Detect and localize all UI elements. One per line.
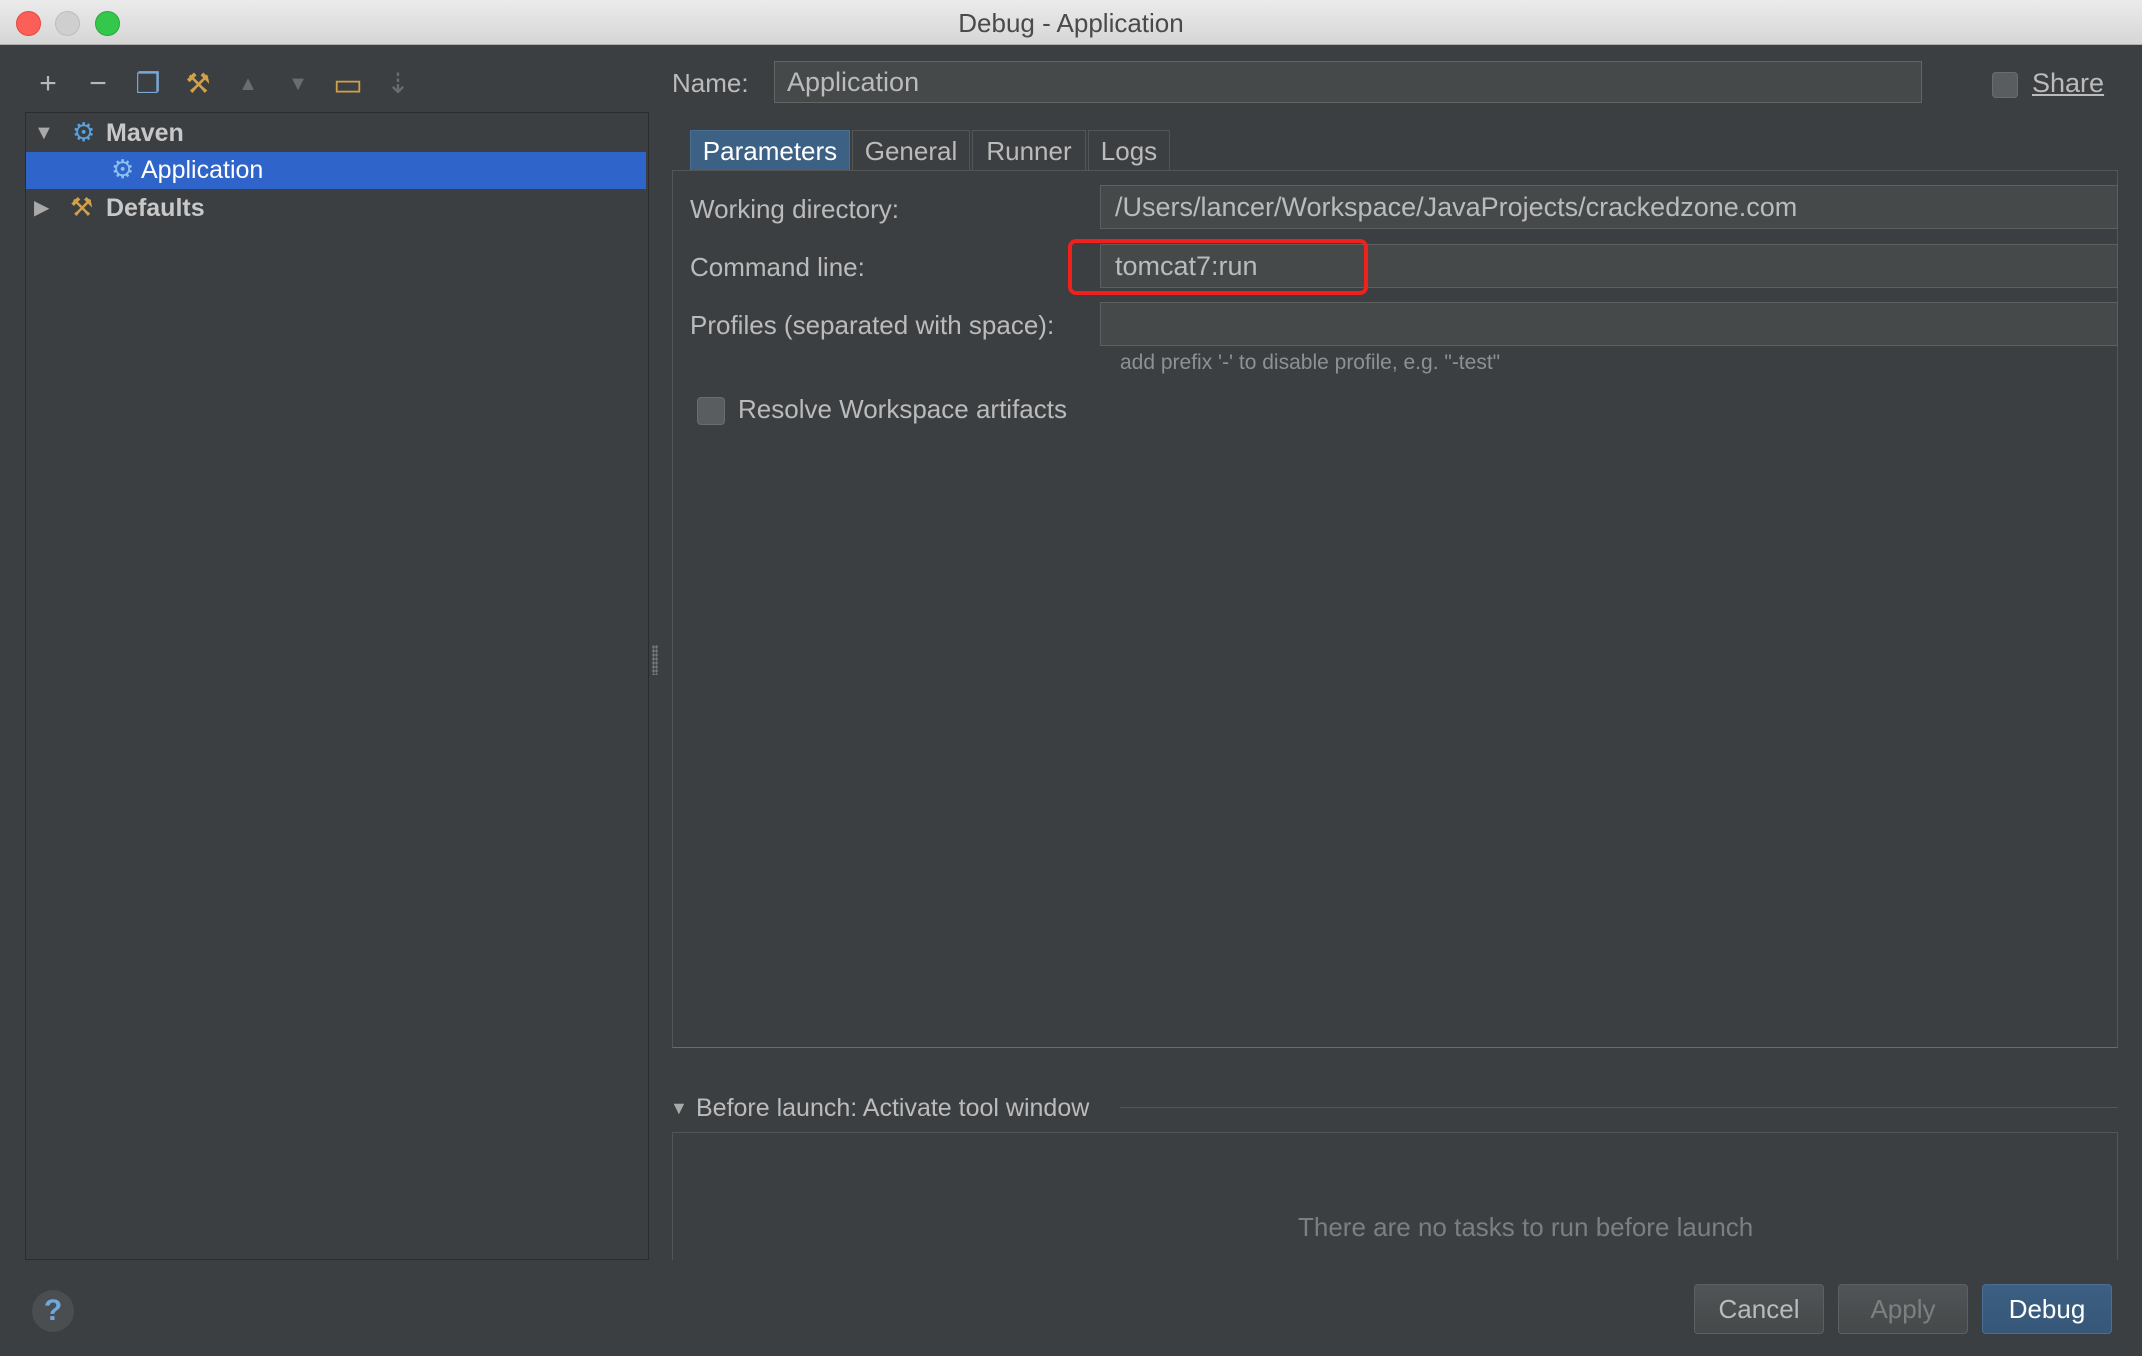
profiles-label: Profiles (separated with space): bbox=[690, 310, 1055, 340]
gear-icon: ⚙ bbox=[111, 154, 135, 184]
gear-icon: ⚙ bbox=[72, 117, 96, 147]
tree-item-label: Defaults bbox=[106, 194, 205, 222]
move-up-icon[interactable]: ▲ bbox=[228, 64, 268, 104]
tab-general[interactable]: General bbox=[852, 130, 970, 170]
tab-runner[interactable]: Runner bbox=[972, 130, 1086, 170]
name-input[interactable] bbox=[774, 61, 1922, 103]
wrench-icon[interactable]: ⚒ bbox=[178, 64, 218, 104]
share-label-text: Share bbox=[2032, 68, 2105, 98]
before-launch-empty-text: There are no tasks to run before launch bbox=[1298, 1212, 1754, 1242]
share-label: Share bbox=[2032, 68, 2104, 99]
help-button[interactable]: ? bbox=[32, 1290, 74, 1332]
working-directory-input[interactable] bbox=[1100, 185, 2118, 229]
wrench-icon: ⚒ bbox=[70, 192, 94, 222]
apply-button[interactable]: Apply bbox=[1838, 1284, 1968, 1334]
tree-item-label: Application bbox=[141, 156, 264, 184]
resolve-workspace-label[interactable]: Resolve Workspace artifacts bbox=[738, 394, 1067, 425]
add-icon[interactable]: + bbox=[28, 64, 68, 104]
splitter-handle[interactable] bbox=[652, 645, 658, 675]
copy-icon[interactable]: ❐ bbox=[128, 64, 168, 104]
tree-item-defaults[interactable]: ▶ ⚒ Defaults bbox=[26, 190, 646, 227]
tab-parameters[interactable]: Parameters bbox=[690, 130, 850, 170]
move-down-icon[interactable]: ▼ bbox=[278, 64, 318, 104]
share-checkbox[interactable] bbox=[1992, 72, 2018, 98]
tree-item-application[interactable]: ⚙ Application bbox=[26, 152, 646, 189]
tree-item-label: Maven bbox=[106, 119, 184, 147]
tree-item-maven[interactable]: ▼ ⚙ Maven bbox=[26, 115, 646, 152]
command-line-label: Command line: bbox=[690, 252, 865, 282]
window-title: Debug - Application bbox=[958, 8, 1184, 38]
resolve-workspace-checkbox[interactable] bbox=[697, 397, 725, 425]
debug-button[interactable]: Debug bbox=[1982, 1284, 2112, 1334]
name-label: Name: bbox=[672, 68, 749, 98]
expand-arrow-icon[interactable]: ▼ bbox=[34, 115, 54, 152]
cancel-button[interactable]: Cancel bbox=[1694, 1284, 1824, 1334]
command-line-highlight bbox=[1068, 239, 1368, 295]
working-directory-label: Working directory: bbox=[690, 194, 900, 224]
tab-logs[interactable]: Logs bbox=[1088, 130, 1170, 170]
before-launch-divider bbox=[1120, 1107, 2118, 1108]
configuration-tree[interactable]: ▼ ⚙ Maven ⚙ Application ▶ ⚒ Defaults bbox=[25, 112, 649, 1260]
before-launch-label[interactable]: Before launch: Activate tool window bbox=[696, 1094, 1089, 1123]
title-bar: Debug - Application bbox=[0, 0, 2142, 45]
remove-icon[interactable]: − bbox=[78, 64, 118, 104]
before-launch-toggle-icon[interactable]: ▼ bbox=[670, 1098, 688, 1119]
sort-icon[interactable]: ⇣ bbox=[378, 64, 418, 104]
profiles-input[interactable] bbox=[1100, 302, 2118, 346]
profiles-hint: add prefix '-' to disable profile, e.g. … bbox=[1120, 351, 1501, 374]
folder-icon[interactable]: ▭ bbox=[328, 64, 368, 104]
collapse-arrow-icon[interactable]: ▶ bbox=[34, 190, 49, 227]
